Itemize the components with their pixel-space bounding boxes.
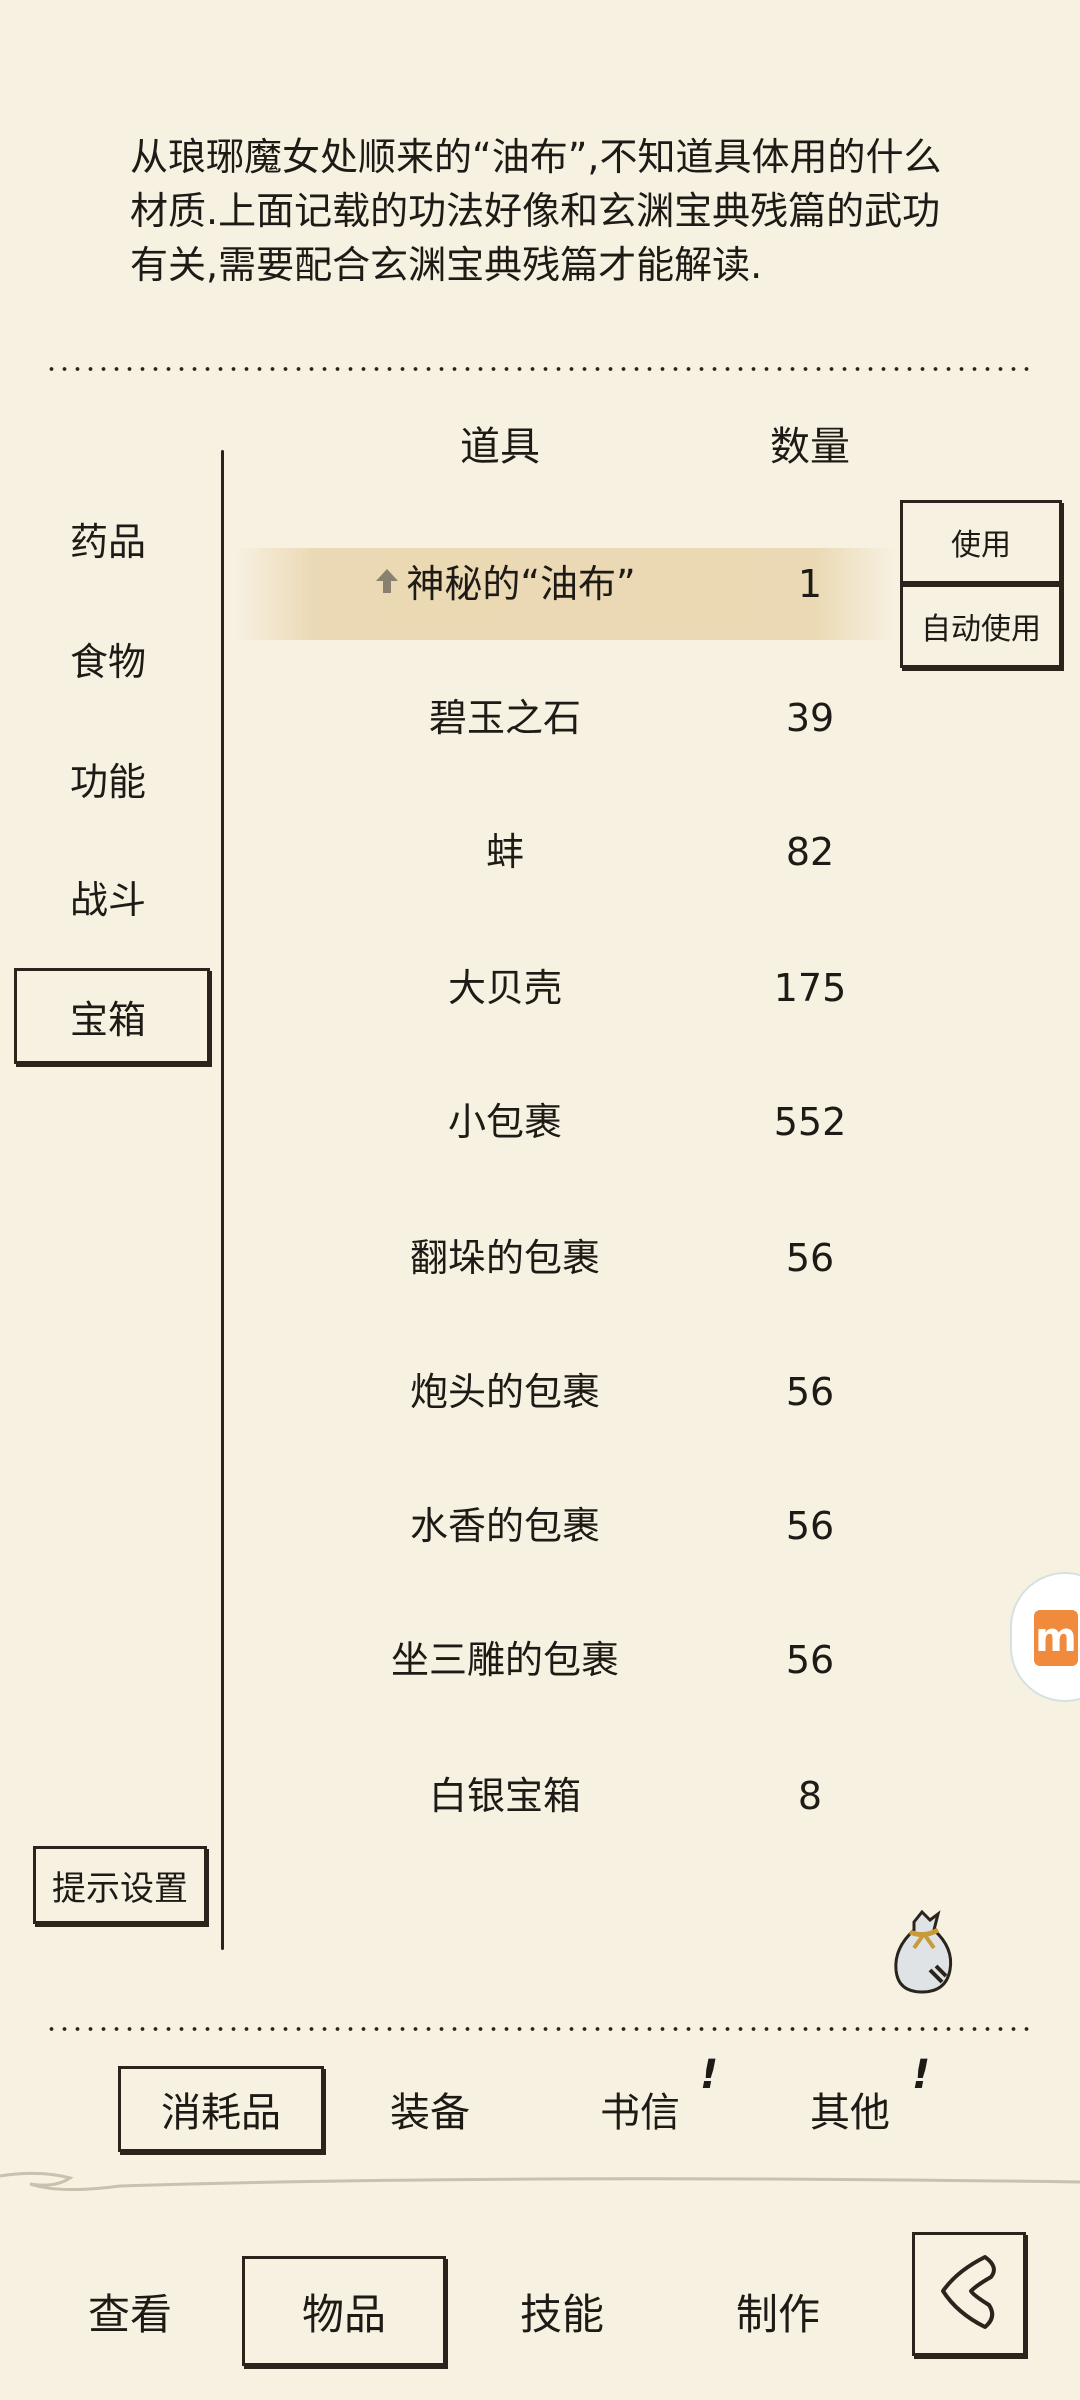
nav-items[interactable]: 物品 — [242, 2256, 446, 2366]
tab-equipment[interactable]: 装备 — [350, 2066, 510, 2152]
category-food[interactable]: 食物 — [14, 612, 210, 704]
item-quantity: 39 — [785, 696, 835, 740]
item-name: 小包裹 — [447, 1100, 562, 1144]
item-name: 蚌 — [485, 830, 524, 874]
other-alert-icon: ! — [912, 2052, 931, 2098]
nav-skills[interactable]: 技能 — [492, 2256, 632, 2366]
brush-divider — [0, 2168, 1080, 2202]
up-arrow-icon — [374, 557, 400, 617]
item-quantity: 1 — [797, 562, 823, 606]
item-quantity: 56 — [785, 1504, 835, 1548]
auto-use-button[interactable]: 自动使用 — [900, 584, 1062, 668]
back-button[interactable] — [912, 2232, 1026, 2356]
sidebar-divider — [221, 450, 224, 1950]
tab-letters[interactable]: 书信 — [560, 2066, 720, 2152]
category-treasure-chest[interactable]: 宝箱 — [14, 968, 210, 1064]
column-header-quantity: 数量 — [770, 424, 850, 470]
top-divider — [45, 366, 1035, 372]
item-name: 大贝壳 — [447, 966, 562, 1010]
hint-settings-button[interactable]: 提示设置 — [33, 1846, 207, 1924]
category-combat[interactable]: 战斗 — [14, 850, 210, 942]
category-function[interactable]: 功能 — [14, 732, 210, 824]
item-description: 从琅琊魔女处顺来的“油布”,不知道具体用的什么材质.上面记载的功法好像和玄渊宝典… — [130, 135, 942, 287]
item-quantity: 56 — [785, 1370, 835, 1414]
item-name: 翻垛的包裹 — [409, 1236, 600, 1280]
floating-m-icon[interactable]: m — [1010, 1572, 1080, 1702]
nav-craft[interactable]: 制作 — [708, 2256, 848, 2366]
item-name: 坐三雕的包裹 — [390, 1638, 619, 1682]
item-quantity: 82 — [785, 830, 835, 874]
letters-alert-icon: ! — [700, 2052, 719, 2098]
item-name: 白银宝箱 — [428, 1774, 581, 1818]
item-quantity: 552 — [773, 1100, 847, 1144]
item-quantity: 175 — [773, 966, 847, 1010]
use-button[interactable]: 使用 — [900, 500, 1062, 584]
item-quantity: 56 — [785, 1638, 835, 1682]
nav-view[interactable]: 查看 — [60, 2256, 200, 2366]
item-name: 碧玉之石 — [428, 696, 581, 740]
item-quantity: 8 — [797, 1774, 823, 1818]
tab-consumables[interactable]: 消耗品 — [118, 2066, 324, 2152]
item-name: 水香的包裹 — [409, 1504, 600, 1548]
item-quantity: 56 — [785, 1236, 835, 1280]
category-medicine[interactable]: 药品 — [14, 492, 210, 584]
item-name: 神秘的“油布” — [406, 562, 636, 606]
tab-other[interactable]: 其他 — [770, 2066, 930, 2152]
bottom-divider — [45, 2026, 1035, 2032]
item-name: 炮头的包裹 — [409, 1370, 600, 1414]
column-header-item: 道具 — [460, 424, 540, 470]
loot-bag-icon[interactable] — [884, 1908, 964, 2002]
back-chevron-icon — [929, 2247, 1009, 2341]
